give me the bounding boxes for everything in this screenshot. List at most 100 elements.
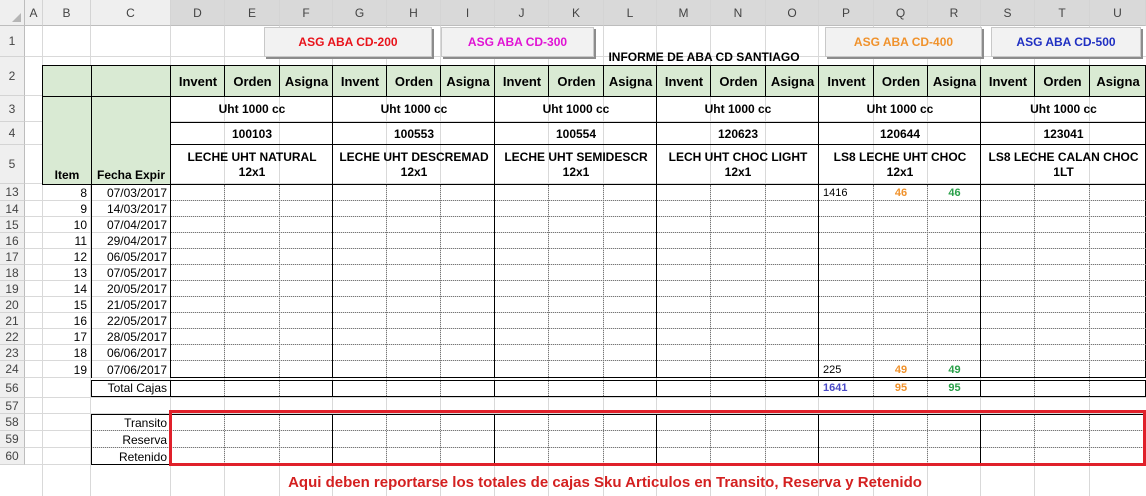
row-header[interactable]: 22: [0, 329, 25, 345]
value-cell: 95: [894, 382, 908, 394]
total-cajas-label: Total Cajas: [107, 381, 167, 395]
column-header[interactable]: H: [387, 0, 441, 26]
column-header[interactable]: C: [91, 0, 171, 26]
subheader-cell: Invent: [340, 74, 380, 89]
product-code: 100103: [231, 127, 273, 141]
column-header[interactable]: Q: [874, 0, 928, 26]
value-cell: 49: [948, 363, 961, 376]
product-pack: Uht 1000 cc: [1030, 102, 1097, 116]
row-header[interactable]: 20: [0, 297, 25, 313]
column-header[interactable]: F: [280, 0, 333, 26]
column-header[interactable]: L: [604, 0, 657, 26]
subheader-cell: Invent: [178, 74, 218, 89]
totals-highlight-box: [169, 410, 1146, 466]
row-header[interactable]: 1: [0, 26, 25, 57]
column-header[interactable]: S: [981, 0, 1035, 26]
row-header[interactable]: 56: [0, 378, 25, 398]
status-label: Retenido: [118, 449, 167, 464]
product-name: LS8 LECHE UHT CHOC 12x1: [833, 150, 967, 179]
product-name: LECHE UHT SEMIDESCR 12x1: [504, 150, 648, 179]
row-header[interactable]: 3: [0, 96, 25, 122]
item-cell: 8: [80, 185, 87, 200]
product-pack: Uht 1000 cc: [380, 102, 448, 116]
row-header[interactable]: 14: [0, 201, 25, 217]
fecha-cell: 29/04/2017: [106, 234, 167, 248]
subheader-cell: Invent: [827, 74, 866, 89]
column-header[interactable]: T: [1035, 0, 1090, 26]
item-cell: 15: [73, 298, 87, 312]
row-header[interactable]: 17: [0, 249, 25, 265]
row-header[interactable]: 18: [0, 265, 25, 281]
column-header[interactable]: P: [819, 0, 874, 26]
row-header[interactable]: 13: [0, 184, 25, 201]
fecha-cell: 20/05/2017: [106, 282, 167, 296]
product-name: LS8 LECHE CALAN CHOC 1LT: [988, 150, 1139, 179]
subheader-cell: Orden: [394, 74, 434, 89]
column-header[interactable]: N: [711, 0, 766, 26]
subheader-cell: Asigna: [770, 74, 815, 89]
column-header[interactable]: O: [766, 0, 819, 26]
column-header[interactable]: D: [171, 0, 225, 26]
column-header[interactable]: M: [657, 0, 711, 26]
asg-aba-cd300-button[interactable]: ASG ABA CD-300: [441, 27, 594, 57]
item-cell: 16: [73, 314, 87, 328]
product-code: 120644: [879, 127, 921, 141]
row-header[interactable]: 2: [0, 57, 25, 96]
row-header[interactable]: 24: [0, 361, 25, 378]
subheader-cell: Asigna: [932, 74, 977, 89]
column-header[interactable]: G: [333, 0, 387, 26]
fecha-cell: 07/06/2017: [106, 362, 167, 377]
row-header[interactable]: 16: [0, 233, 25, 249]
column-header[interactable]: K: [549, 0, 604, 26]
product-name: LECHE UHT NATURAL 12x1: [187, 150, 317, 179]
item-cell: 9: [80, 202, 87, 216]
row-header[interactable]: 58: [0, 414, 25, 431]
subheader-cell: Asigna: [284, 74, 329, 89]
row-header[interactable]: 23: [0, 345, 25, 361]
product-code: 120623: [717, 127, 759, 141]
item-cell: 18: [73, 346, 87, 360]
column-header[interactable]: A: [25, 0, 43, 26]
value-cell: 1641: [823, 382, 848, 394]
status-label: Reserva: [122, 432, 167, 447]
product-pack: Uht 1000 cc: [866, 102, 934, 116]
column-header[interactable]: J: [495, 0, 549, 26]
value-cell: 225: [823, 363, 842, 376]
fecha-cell: 22/05/2017: [106, 314, 167, 328]
row-header[interactable]: 57: [0, 398, 25, 414]
fecha-cell: 07/04/2017: [106, 218, 167, 232]
row-header[interactable]: 21: [0, 313, 25, 329]
product-pack: Uht 1000 cc: [218, 102, 286, 116]
value-cell: 49: [894, 363, 908, 376]
row-header[interactable]: 59: [0, 431, 25, 448]
column-header[interactable]: I: [441, 0, 495, 26]
status-label: Transito: [124, 415, 167, 430]
row-header[interactable]: 4: [0, 122, 25, 145]
column-header[interactable]: B: [43, 0, 91, 26]
select-all-corner[interactable]: [0, 0, 25, 26]
row-header[interactable]: 19: [0, 281, 25, 297]
subheader-cell: Asigna: [446, 74, 490, 89]
subheader-cell: Orden: [881, 74, 921, 89]
value-cell: 1416: [823, 186, 848, 199]
item-cell: 13: [73, 266, 87, 280]
product-code: 123041: [1043, 127, 1084, 141]
column-header[interactable]: U: [1090, 0, 1146, 26]
row-header[interactable]: 5: [0, 145, 25, 184]
column-header[interactable]: E: [225, 0, 280, 26]
asg-aba-cd500-button[interactable]: ASG ABA CD-500: [991, 27, 1141, 57]
item-cell: 17: [73, 330, 87, 344]
fecha-header: Fecha Expir: [96, 168, 166, 182]
value-cell: 46: [948, 186, 961, 199]
subheader-cell: Asigna: [1096, 74, 1140, 89]
fecha-cell: 06/05/2017: [106, 250, 167, 264]
row-header[interactable]: 15: [0, 217, 25, 233]
row-header[interactable]: 60: [0, 448, 25, 465]
subheader-cell: Invent: [988, 74, 1028, 89]
column-header[interactable]: R: [928, 0, 981, 26]
fecha-cell: 07/05/2017: [106, 266, 167, 280]
fecha-cell: 06/06/2017: [106, 346, 167, 360]
asg-aba-cd400-button[interactable]: ASG ABA CD-400: [825, 27, 982, 57]
item-cell: 10: [73, 218, 87, 232]
asg-aba-cd200-button[interactable]: ASG ABA CD-200: [264, 27, 432, 57]
